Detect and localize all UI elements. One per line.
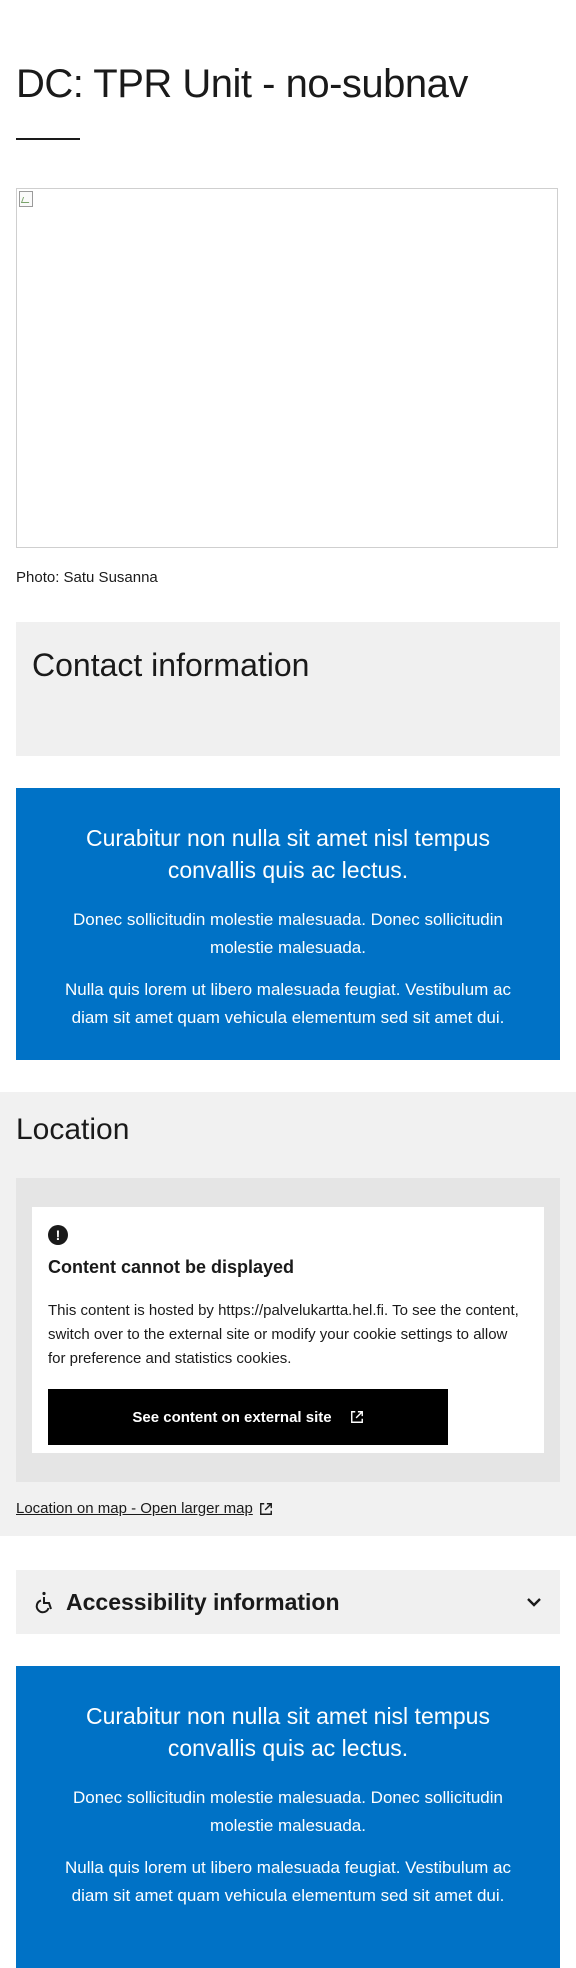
contact-information-section: Contact information [16, 622, 560, 756]
promo-banner-top: Curabitur non nulla sit amet nisl tempus… [16, 788, 560, 1060]
alert-circle-icon: ! [48, 1225, 68, 1245]
external-link-icon [350, 1411, 363, 1423]
accessibility-information-accordion[interactable]: Accessibility information [16, 1570, 560, 1634]
contact-information-heading: Contact information [32, 647, 310, 683]
external-button-label: See content on external site [132, 1408, 332, 1426]
notice-text: This content is hosted by https://palvel… [48, 1302, 519, 1367]
page-content-lower: Accessibility information Curabitur non … [0, 1570, 576, 1968]
promo-paragraph: Nulla quis lorem ut libero malesuada feu… [64, 980, 512, 1027]
external-link-icon [259, 1502, 272, 1515]
page-title: DC: TPR Unit - no-subnav [16, 62, 468, 106]
promo-heading: Curabitur non nulla sit amet nisl tempus… [86, 1703, 490, 1761]
open-larger-map-link[interactable]: Location on map - Open larger map [16, 1500, 273, 1517]
promo-heading: Curabitur non nulla sit amet nisl tempus… [86, 825, 490, 883]
broken-image-icon [19, 191, 33, 207]
cookie-consent-notice: ! Content cannot be displayed This conte… [32, 1207, 544, 1453]
accordion-label: Accessibility information [66, 1588, 340, 1615]
notice-title: Content cannot be displayed [48, 1257, 295, 1277]
map-link-label: Location on map - Open larger map [16, 1500, 253, 1517]
wheelchair-icon [35, 1591, 52, 1614]
map-embed-placeholder: ! Content cannot be displayed This conte… [16, 1178, 560, 1482]
chevron-down-icon [527, 1598, 541, 1607]
promo-banner-bottom: Curabitur non nulla sit amet nisl tempus… [16, 1666, 560, 1968]
location-heading: Location [16, 1113, 130, 1146]
page-content: DC: TPR Unit - no-subnav Photo: Satu Sus… [0, 0, 576, 1060]
promo-paragraph: Donec sollicitudin molestie malesuada. D… [73, 910, 503, 957]
promo-paragraph: Nulla quis lorem ut libero malesuada feu… [64, 1858, 512, 1905]
photo-caption: Photo: Satu Susanna [16, 569, 158, 586]
promo-paragraph: Donec sollicitudin molestie malesuada. D… [73, 1788, 503, 1835]
location-section: Location ! Content cannot be displayed T… [0, 1092, 576, 1536]
see-external-content-button[interactable]: See content on external site [48, 1389, 448, 1445]
title-divider [16, 138, 80, 140]
main-image [16, 188, 558, 548]
